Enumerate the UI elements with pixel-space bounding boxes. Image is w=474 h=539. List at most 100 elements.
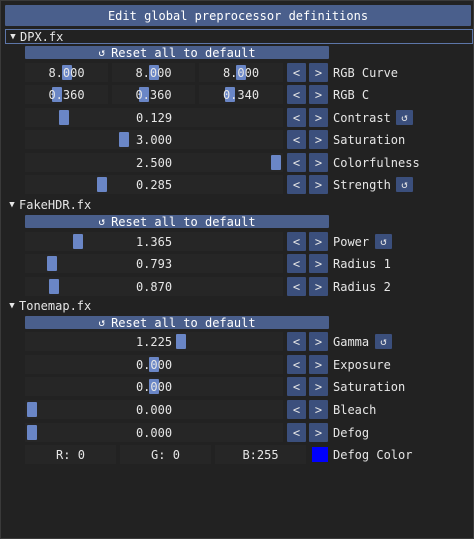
next-button[interactable]: > bbox=[309, 355, 328, 374]
slider-grab[interactable] bbox=[73, 234, 83, 249]
section-name: DPX.fx bbox=[20, 29, 64, 44]
prev-button[interactable]: < bbox=[287, 254, 306, 273]
slider-radius-2[interactable]: 0.870 bbox=[25, 277, 283, 296]
undo-icon: ↺ bbox=[98, 215, 106, 228]
slider-value: 2.500 bbox=[135, 155, 173, 170]
section-name: Tonemap.fx bbox=[19, 298, 92, 313]
slider-value: 0.000 bbox=[135, 357, 173, 372]
next-button[interactable]: > bbox=[309, 175, 328, 194]
slider-grab[interactable] bbox=[59, 110, 69, 125]
slider-grab[interactable] bbox=[27, 402, 37, 417]
triangle-down-icon: ▼ bbox=[10, 31, 16, 42]
undo-icon: ↺ bbox=[401, 178, 408, 191]
row-exposure: 0.000 < > Exposure bbox=[1, 355, 474, 374]
next-button[interactable]: > bbox=[309, 63, 328, 82]
reset-label: Reset all to default bbox=[111, 315, 256, 330]
prev-button[interactable]: < bbox=[287, 355, 306, 374]
section-name: FakeHDR.fx bbox=[19, 197, 92, 212]
slider-grab[interactable] bbox=[47, 256, 57, 271]
prev-button[interactable]: < bbox=[287, 332, 306, 351]
slider-value: 0.793 bbox=[135, 256, 173, 271]
slider-value: 0.000 bbox=[135, 425, 173, 440]
prev-button[interactable]: < bbox=[287, 175, 306, 194]
slider-grab[interactable] bbox=[176, 334, 186, 349]
defog-color-g-field[interactable]: G: 0 bbox=[120, 445, 211, 464]
next-button[interactable]: > bbox=[309, 377, 328, 396]
prev-button[interactable]: < bbox=[287, 377, 306, 396]
next-button[interactable]: > bbox=[309, 400, 328, 419]
slider-radius-1[interactable]: 0.793 bbox=[25, 254, 283, 273]
next-button[interactable]: > bbox=[309, 108, 328, 127]
next-button[interactable]: > bbox=[309, 232, 328, 251]
prev-button[interactable]: < bbox=[287, 400, 306, 419]
slider-exposure[interactable]: 0.000 bbox=[25, 355, 283, 374]
slider-colorfulness[interactable]: 2.500 bbox=[25, 153, 283, 172]
slider-power[interactable]: 1.365 bbox=[25, 232, 283, 251]
label-bleach: Bleach bbox=[333, 402, 377, 417]
reset-all-button-fakehdr[interactable]: ↺ Reset all to default bbox=[25, 214, 329, 229]
slider-rgb-c-g[interactable]: 0.360 bbox=[112, 85, 195, 104]
slider-rgb-curve-r[interactable]: 8.000 bbox=[25, 63, 108, 82]
prev-button[interactable]: < bbox=[287, 85, 306, 104]
reset-strength-button[interactable]: ↺ bbox=[396, 177, 413, 192]
next-button[interactable]: > bbox=[309, 277, 328, 296]
defog-color-swatch[interactable] bbox=[312, 447, 328, 462]
slider-value: 0.360 bbox=[135, 87, 172, 102]
undo-icon: ↺ bbox=[98, 46, 106, 59]
slider-defog[interactable]: 0.000 bbox=[25, 423, 283, 442]
slider-grab[interactable] bbox=[97, 177, 107, 192]
next-button[interactable]: > bbox=[309, 130, 328, 149]
row-rgb-c: 0.360 0.360 0.340 < > RGB C bbox=[1, 85, 474, 104]
reset-label: Reset all to default bbox=[111, 214, 256, 229]
label-defog-color: Defog Color bbox=[333, 447, 413, 462]
defog-color-b-field[interactable]: B:255 bbox=[215, 445, 306, 464]
slider-tonemap-saturation[interactable]: 0.000 bbox=[25, 377, 283, 396]
slider-grab[interactable] bbox=[271, 155, 281, 170]
section-header-fakehdr[interactable]: ▼ FakeHDR.fx bbox=[5, 197, 91, 212]
slider-bleach[interactable]: 0.000 bbox=[25, 400, 283, 419]
reset-all-button-dpx[interactable]: ↺ Reset all to default bbox=[25, 46, 329, 60]
prev-button[interactable]: < bbox=[287, 232, 306, 251]
next-button[interactable]: > bbox=[309, 254, 328, 273]
undo-icon: ↺ bbox=[98, 316, 106, 329]
label-rgb-curve: RGB Curve bbox=[333, 65, 399, 80]
row-tonemap-saturation: 0.000 < > Saturation bbox=[1, 377, 474, 396]
prev-button[interactable]: < bbox=[287, 63, 306, 82]
slider-grab[interactable] bbox=[49, 279, 59, 294]
undo-icon: ↺ bbox=[380, 235, 387, 248]
prev-button[interactable]: < bbox=[287, 423, 306, 442]
next-button[interactable]: > bbox=[309, 332, 328, 351]
prev-button[interactable]: < bbox=[287, 277, 306, 296]
next-button[interactable]: > bbox=[309, 423, 328, 442]
reset-gamma-button[interactable]: ↺ bbox=[375, 334, 392, 349]
slider-grab[interactable] bbox=[119, 132, 129, 147]
prev-button[interactable]: < bbox=[287, 108, 306, 127]
slider-rgb-curve-b[interactable]: 8.000 bbox=[199, 63, 283, 82]
slider-rgb-c-b[interactable]: 0.340 bbox=[199, 85, 283, 104]
slider-rgb-curve-g[interactable]: 8.000 bbox=[112, 63, 195, 82]
reset-contrast-button[interactable]: ↺ bbox=[396, 110, 413, 125]
label-rgb-c: RGB C bbox=[333, 87, 370, 102]
defog-color-r-field[interactable]: R: 0 bbox=[25, 445, 116, 464]
slider-value: 0.870 bbox=[135, 279, 173, 294]
section-header-tonemap[interactable]: ▼ Tonemap.fx bbox=[5, 298, 91, 313]
slider-value: 3.000 bbox=[135, 132, 173, 147]
section-header-dpx[interactable]: ▼ DPX.fx bbox=[5, 29, 473, 44]
slider-gamma[interactable]: 1.225 bbox=[25, 332, 283, 351]
reset-all-button-tonemap[interactable]: ↺ Reset all to default bbox=[25, 315, 329, 330]
prev-button[interactable]: < bbox=[287, 153, 306, 172]
slider-value: 0.129 bbox=[135, 110, 173, 125]
slider-saturation[interactable]: 3.000 bbox=[25, 130, 283, 149]
slider-grab[interactable] bbox=[27, 425, 37, 440]
label-exposure: Exposure bbox=[333, 357, 391, 372]
slider-strength[interactable]: 0.285 bbox=[25, 175, 283, 194]
next-button[interactable]: > bbox=[309, 153, 328, 172]
next-button[interactable]: > bbox=[309, 85, 328, 104]
slider-value: 0.000 bbox=[135, 379, 173, 394]
edit-global-definitions-button[interactable]: Edit global preprocessor definitions bbox=[5, 5, 471, 26]
slider-contrast[interactable]: 0.129 bbox=[25, 108, 283, 127]
slider-value: 1.225 bbox=[135, 334, 173, 349]
reset-power-button[interactable]: ↺ bbox=[375, 234, 392, 249]
slider-rgb-c-r[interactable]: 0.360 bbox=[25, 85, 108, 104]
prev-button[interactable]: < bbox=[287, 130, 306, 149]
